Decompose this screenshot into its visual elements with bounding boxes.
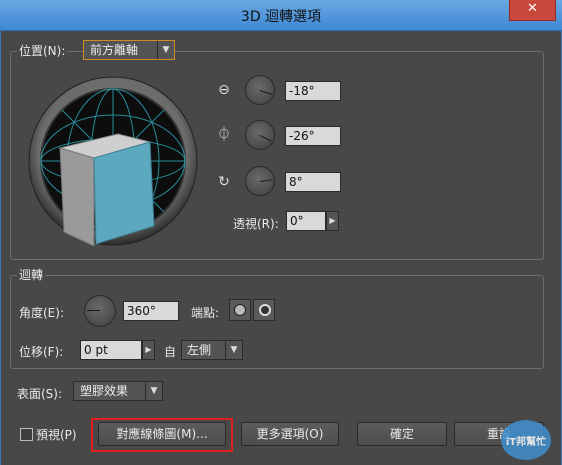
watermark-text: iT邦幫忙 xyxy=(505,437,547,448)
dial-hand xyxy=(260,179,274,182)
close-button[interactable]: ✕ xyxy=(509,0,556,21)
x-rotate-icon: ⊖ xyxy=(218,82,230,98)
position-preset-value: 前方離軸 xyxy=(90,43,139,57)
offset-input[interactable]: 0 pt xyxy=(80,340,142,360)
highlight-box xyxy=(91,418,233,452)
perspective-slider-button[interactable]: ▶ xyxy=(326,211,339,231)
position-preset-select[interactable]: 前方離軸 ▼ xyxy=(83,40,175,60)
x-rotate-input[interactable]: -18° xyxy=(285,81,341,101)
revolve-section-label: 迴轉 xyxy=(17,266,46,283)
chevron-down-icon: ▼ xyxy=(145,382,162,400)
window-title: 3D 迴轉選項 xyxy=(240,9,322,25)
dial-hand xyxy=(259,135,272,142)
z-rotate-input[interactable]: 8° xyxy=(285,172,341,192)
z-rotate-icon: ↻ xyxy=(218,174,230,190)
cap-on-icon xyxy=(234,304,246,316)
angle-input[interactable]: 360° xyxy=(123,301,179,321)
cube-front-face xyxy=(93,141,155,245)
dial-hand xyxy=(87,310,100,311)
from-select[interactable]: 左側 ▼ xyxy=(181,340,243,360)
surface-label: 表面(S): xyxy=(17,387,63,401)
cap-on-button[interactable] xyxy=(229,299,251,321)
dial-hand xyxy=(259,90,273,95)
preview-label: 預視(P) xyxy=(36,428,77,442)
y-rotate-icon: ⏀ xyxy=(217,127,231,143)
z-rotate-dial[interactable] xyxy=(245,166,275,196)
cap-off-button[interactable] xyxy=(253,299,275,321)
title-bar: 3D 迴轉選項 ✕ xyxy=(0,0,562,31)
cap-off-icon xyxy=(259,304,271,316)
ok-button[interactable]: 確定 xyxy=(357,422,447,446)
angle-dial[interactable] xyxy=(84,295,116,327)
dialog-body: 位置(N): 前方離軸 ▼ ⊖ -18° ⏀ -26° ↻ 8° 透視(R): … xyxy=(0,31,562,465)
chevron-down-icon: ▼ xyxy=(157,41,174,59)
more-options-button[interactable]: 更多選項(O) xyxy=(241,422,339,446)
x-rotate-dial[interactable] xyxy=(245,75,275,105)
chevron-down-icon: ▼ xyxy=(225,341,242,359)
offset-label: 位移(F): xyxy=(19,345,64,359)
preview-checkbox[interactable] xyxy=(20,428,33,441)
perspective-label: 透視(R): xyxy=(233,217,279,231)
from-value: 左側 xyxy=(187,343,212,357)
y-rotate-dial[interactable] xyxy=(245,120,275,150)
surface-select[interactable]: 塑膠效果 ▼ xyxy=(73,381,163,401)
cube-side-face xyxy=(59,147,95,246)
cap-label: 端點: xyxy=(191,306,220,320)
watermark-logo: iT邦幫忙 xyxy=(501,420,551,460)
from-label: 自 xyxy=(164,345,177,359)
angle-label: 角度(E): xyxy=(19,306,64,320)
perspective-input[interactable]: 0° xyxy=(286,211,326,231)
y-rotate-input[interactable]: -26° xyxy=(285,126,341,146)
track-cube[interactable] xyxy=(28,76,198,246)
position-label: 位置(N): xyxy=(17,42,68,59)
offset-slider-button[interactable]: ▶ xyxy=(142,340,155,360)
surface-value: 塑膠效果 xyxy=(80,384,129,398)
